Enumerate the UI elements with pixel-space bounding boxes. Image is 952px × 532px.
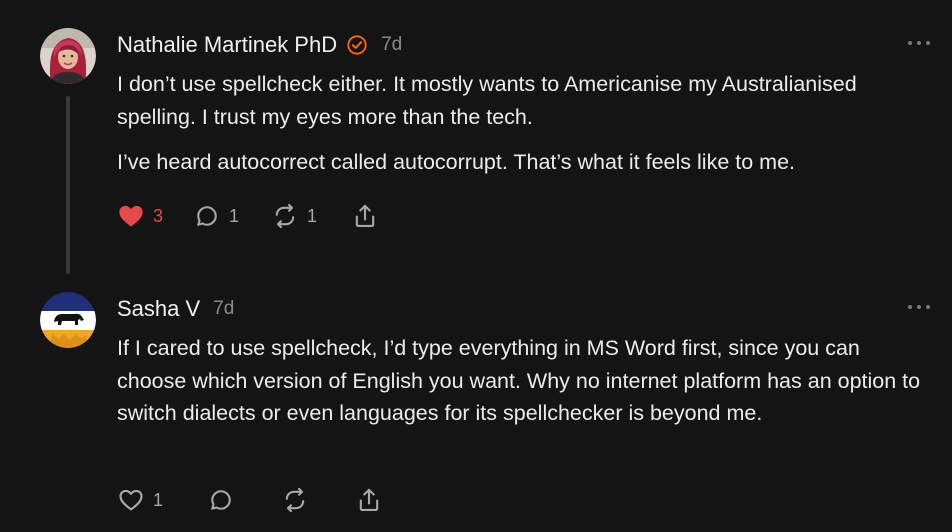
timestamp[interactable]: 7d — [381, 34, 402, 56]
heart-icon — [119, 205, 143, 227]
author-name[interactable]: Sasha V — [117, 296, 200, 322]
reply-button[interactable]: 1 — [193, 202, 239, 230]
comment-header: Sasha V 7d — [117, 294, 234, 324]
share-button[interactable] — [351, 202, 379, 230]
restack-arrows-icon — [285, 487, 305, 513]
more-options-icon[interactable] — [908, 302, 930, 312]
more-options-icon[interactable] — [908, 38, 930, 48]
comment-bubble-icon — [197, 206, 217, 226]
restack-button[interactable] — [281, 486, 309, 514]
like-button[interactable]: 3 — [117, 202, 163, 230]
heart-icon — [119, 489, 143, 511]
comment-paragraph: I’ve heard autocorrect called autocorrup… — [117, 150, 795, 174]
comment-paragraph: I don’t use spellcheck either. It mostly… — [117, 72, 857, 129]
comment-actions: 1 — [117, 485, 411, 515]
reply-button[interactable] — [207, 486, 235, 514]
timestamp[interactable]: 7d — [213, 298, 234, 320]
comment-paragraph: If I cared to use spellcheck, I’d type e… — [117, 336, 921, 425]
verified-badge-icon — [346, 34, 368, 56]
like-button[interactable]: 1 — [117, 486, 163, 514]
restack-count: 1 — [307, 205, 318, 226]
restack-button[interactable]: 1 — [271, 202, 317, 230]
comment-body: If I cared to use spellcheck, I’d type e… — [117, 332, 922, 443]
comment-header: Nathalie Martinek PhD 7d — [117, 30, 402, 60]
like-count: 3 — [153, 205, 164, 226]
restack-arrows-icon — [275, 203, 295, 229]
thread-line — [66, 96, 70, 274]
comment-actions: 3 1 1 — [117, 201, 407, 231]
comment: Nathalie Martinek PhD 7d I don’t use spe… — [0, 0, 952, 280]
reply-count: 1 — [229, 205, 240, 226]
avatar[interactable] — [40, 292, 96, 348]
share-upload-icon — [359, 488, 379, 511]
share-button[interactable] — [355, 486, 383, 514]
comment-body: I don’t use spellcheck either. It mostly… — [117, 68, 922, 192]
comment: Sasha V 7d If I cared to use spellcheck,… — [0, 280, 952, 532]
share-upload-icon — [355, 204, 375, 227]
comment-bubble-icon — [211, 490, 231, 510]
author-name[interactable]: Nathalie Martinek PhD — [117, 32, 337, 58]
like-count: 1 — [153, 489, 164, 510]
avatar[interactable] — [40, 28, 96, 84]
